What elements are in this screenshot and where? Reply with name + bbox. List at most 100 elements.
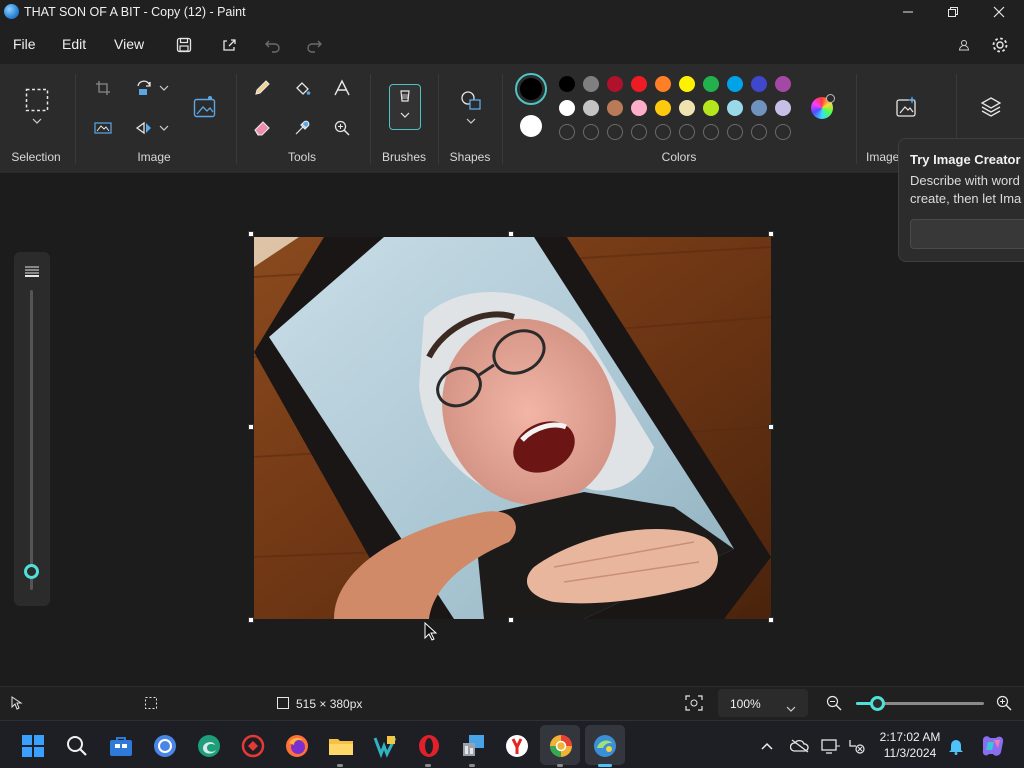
- share-button[interactable]: [218, 34, 240, 56]
- zoom-out-button[interactable]: [826, 695, 842, 716]
- redo-button[interactable]: [303, 34, 325, 56]
- resize-handle-top[interactable]: [508, 231, 514, 237]
- custom-color-slot[interactable]: [679, 124, 695, 140]
- brush-size-thumb[interactable]: [24, 563, 39, 579]
- resize-button[interactable]: [91, 116, 115, 140]
- taskbar-app-red[interactable]: [240, 733, 266, 759]
- color-swatch[interactable]: [655, 100, 671, 116]
- color-swatch[interactable]: [559, 76, 575, 92]
- copilot-button[interactable]: [979, 733, 1007, 759]
- color-swatch[interactable]: [679, 76, 695, 92]
- custom-color-slot[interactable]: [559, 124, 575, 140]
- resize-handle-bottom-right[interactable]: [768, 617, 774, 623]
- taskbar-file-explorer[interactable]: [328, 733, 354, 759]
- resize-handle-bottom[interactable]: [508, 617, 514, 623]
- color-swatch[interactable]: [655, 76, 671, 92]
- color-swatch[interactable]: [607, 76, 623, 92]
- resize-handle-top-left[interactable]: [248, 231, 254, 237]
- fit-to-window-button[interactable]: [685, 695, 703, 716]
- selection-dropdown[interactable]: [25, 114, 49, 128]
- custom-color-slot[interactable]: [703, 124, 719, 140]
- zoom-slider-track[interactable]: [856, 696, 984, 711]
- secondary-color-swatch[interactable]: [520, 115, 542, 137]
- taskbar-app-vs[interactable]: [372, 733, 398, 759]
- taskbar-firefox[interactable]: [284, 733, 310, 759]
- brushes-button[interactable]: [389, 84, 421, 130]
- display-button[interactable]: [820, 733, 842, 759]
- canvas-image[interactable]: [254, 237, 771, 619]
- taskbar-opera[interactable]: [416, 733, 442, 759]
- primary-color-swatch[interactable]: [515, 73, 547, 105]
- color-swatch[interactable]: [559, 100, 575, 116]
- color-swatch[interactable]: [751, 76, 767, 92]
- custom-color-slot[interactable]: [751, 124, 767, 140]
- text-tool[interactable]: [330, 76, 354, 100]
- restore-button[interactable]: [930, 0, 976, 24]
- save-button[interactable]: [173, 34, 195, 56]
- color-swatch[interactable]: [703, 76, 719, 92]
- taskbar-app-store[interactable]: [108, 733, 134, 759]
- resize-handle-bottom-left[interactable]: [248, 617, 254, 623]
- custom-color-slot[interactable]: [631, 124, 647, 140]
- resize-handle-right[interactable]: [768, 424, 774, 430]
- eraser-tool[interactable]: [250, 116, 274, 140]
- taskbar-edge[interactable]: [196, 733, 222, 759]
- color-picker-tool[interactable]: [290, 116, 314, 140]
- magnifier-tool[interactable]: [330, 116, 354, 140]
- color-swatch[interactable]: [775, 76, 791, 92]
- custom-color-slot[interactable]: [727, 124, 743, 140]
- shapes-dropdown[interactable]: [458, 114, 484, 128]
- menu-edit[interactable]: Edit: [62, 36, 86, 52]
- custom-color-slot[interactable]: [607, 124, 623, 140]
- flip-dropdown[interactable]: [156, 116, 172, 140]
- color-swatch[interactable]: [631, 100, 647, 116]
- taskbar-clock[interactable]: 2:17:02 AM 11/3/2024: [872, 729, 948, 761]
- rotate-dropdown[interactable]: [156, 76, 172, 100]
- search-button[interactable]: [64, 733, 90, 759]
- color-swatch[interactable]: [775, 100, 791, 116]
- color-swatch[interactable]: [583, 76, 599, 92]
- start-button[interactable]: [20, 733, 46, 759]
- taskbar-paint[interactable]: [592, 733, 618, 759]
- undo-button[interactable]: [262, 34, 284, 56]
- crop-button[interactable]: [91, 76, 115, 100]
- show-hidden-icons-button[interactable]: [757, 733, 777, 759]
- tooltip-action-button[interactable]: [910, 219, 1024, 249]
- close-button[interactable]: [976, 0, 1022, 24]
- shapes-button[interactable]: [458, 88, 484, 112]
- zoom-dropdown[interactable]: 100%: [718, 689, 808, 717]
- rotate-button[interactable]: [132, 76, 156, 100]
- custom-color-slot[interactable]: [775, 124, 791, 140]
- flip-button[interactable]: [132, 116, 156, 140]
- color-swatch[interactable]: [703, 100, 719, 116]
- notifications-button[interactable]: [946, 733, 966, 759]
- menu-file[interactable]: File: [13, 36, 36, 52]
- pencil-tool[interactable]: [250, 76, 274, 100]
- edit-colors-button[interactable]: [811, 94, 835, 119]
- custom-color-slot[interactable]: [655, 124, 671, 140]
- account-button[interactable]: [953, 34, 975, 56]
- remove-background-button[interactable]: [192, 94, 218, 120]
- taskbar-control-panel[interactable]: [460, 733, 486, 759]
- network-button[interactable]: [846, 733, 868, 759]
- taskbar-chrome[interactable]: [152, 733, 178, 759]
- color-swatch[interactable]: [631, 76, 647, 92]
- resize-handle-left[interactable]: [248, 424, 254, 430]
- color-swatch[interactable]: [751, 100, 767, 116]
- taskbar-yandex[interactable]: [504, 733, 530, 759]
- zoom-slider-thumb[interactable]: [869, 696, 885, 711]
- menu-view[interactable]: View: [114, 36, 144, 52]
- color-swatch[interactable]: [727, 100, 743, 116]
- color-swatch[interactable]: [607, 100, 623, 116]
- layers-button[interactable]: [978, 94, 1004, 120]
- settings-button[interactable]: [989, 34, 1011, 56]
- custom-color-slot[interactable]: [583, 124, 599, 140]
- taskbar-chrome-canary[interactable]: [548, 733, 574, 759]
- image-creator-button[interactable]: [893, 94, 919, 120]
- onedrive-button[interactable]: [789, 733, 811, 759]
- resize-handle-top-right[interactable]: [768, 231, 774, 237]
- zoom-in-button[interactable]: [996, 695, 1012, 716]
- color-swatch[interactable]: [583, 100, 599, 116]
- color-swatch[interactable]: [727, 76, 743, 92]
- color-swatch[interactable]: [679, 100, 695, 116]
